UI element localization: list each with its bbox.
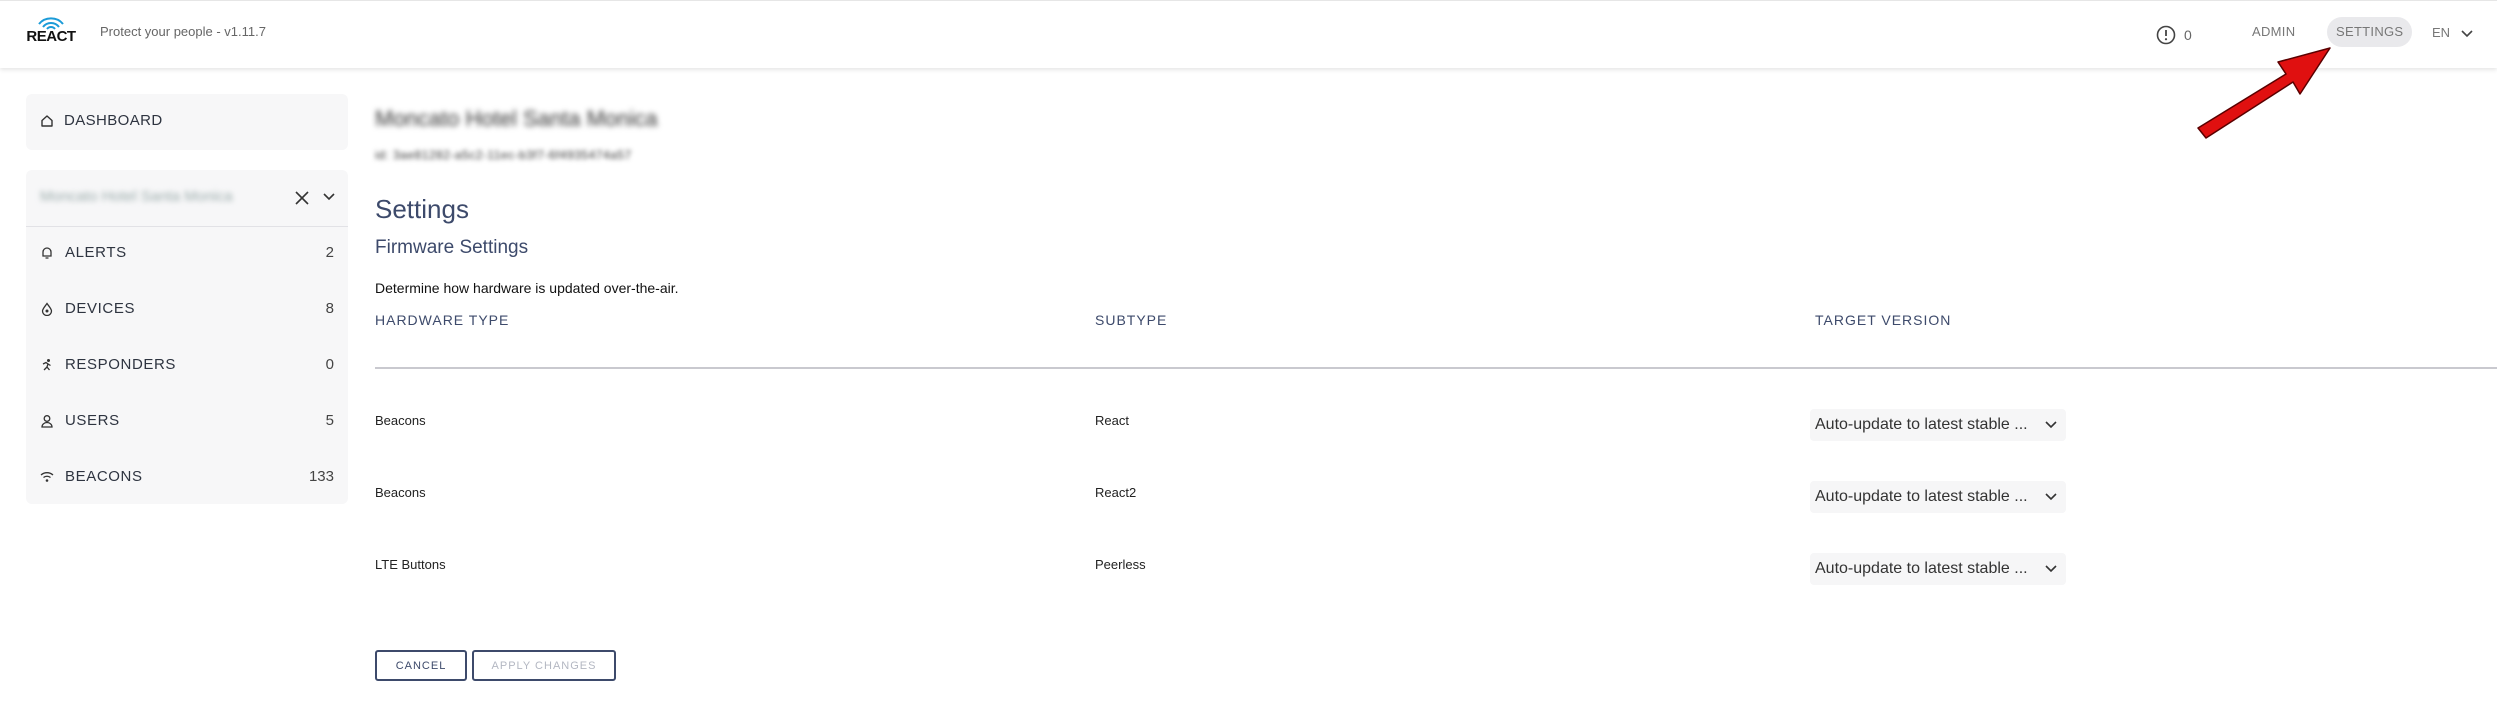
nav-admin-link[interactable]: ADMIN — [2252, 24, 2295, 39]
sidebar-item-label: DEVICES — [65, 300, 136, 317]
bell-icon — [42, 247, 52, 259]
react-logo[interactable]: REACT — [24, 17, 78, 51]
column-header-target-version: TARGET VERSION — [1815, 312, 1952, 328]
target-version-value: Auto-update to latest stable ... — [1815, 488, 2028, 505]
apply-changes-button[interactable]: APPLY CHANGES — [472, 650, 616, 681]
annotation-arrow — [2197, 47, 2331, 139]
cell-subtype: Peerless — [1095, 557, 1146, 572]
language-label: EN — [2432, 25, 2451, 40]
cell-hardware-type: LTE Buttons — [375, 557, 446, 572]
sidebar-item-count: 0 — [325, 356, 334, 373]
home-icon — [41, 114, 53, 127]
target-version-select[interactable]: Auto-update to latest stable ... — [1810, 481, 2066, 513]
sidebar-item-label: RESPONDERS — [65, 356, 177, 373]
cell-hardware-type: Beacons — [375, 485, 426, 500]
language-selector[interactable]: EN — [2432, 25, 2474, 40]
top-header: REACT Protect your people - v1.11.7 0 AD… — [0, 0, 2497, 68]
alert-circle-icon — [2156, 25, 2176, 45]
page-title: Settings — [375, 194, 469, 224]
logo-text: REACT — [26, 28, 76, 45]
target-version-value: Auto-update to latest stable ... — [1815, 416, 2028, 433]
cell-hardware-type: Beacons — [375, 413, 426, 428]
table-row: LTE Buttons Peerless Auto-update to late… — [0, 553, 2497, 617]
app-tagline: Protect your people - v1.11.7 — [100, 24, 266, 39]
sidebar-item-count: 8 — [325, 300, 334, 317]
chevron-down-icon — [2045, 493, 2057, 501]
runner-icon — [42, 359, 51, 371]
column-header-hardware-type: HARDWARE TYPE — [375, 312, 510, 328]
chevron-down-icon — [2045, 421, 2057, 429]
table-row: Beacons React2 Auto-update to latest sta… — [0, 481, 2497, 545]
target-version-select[interactable]: Auto-update to latest stable ... — [1810, 409, 2066, 441]
sidebar-item-devices[interactable]: DEVICES 8 — [26, 282, 348, 338]
alert-indicator[interactable]: 0 — [2156, 23, 2192, 47]
sidebar-item-count: 2 — [325, 244, 334, 261]
site-id: id: 3ae81282-a5c2-11ec-b3f7-6f4935474a57 — [375, 148, 632, 162]
sidebar-dashboard-card: DASHBOARD — [26, 94, 348, 150]
site-title: Moncato Hotel Santa Monica — [375, 106, 658, 131]
sidebar-item-alerts[interactable]: ALERTS 2 — [26, 226, 348, 282]
target-version-value: Auto-update to latest stable ... — [1815, 560, 2028, 577]
cell-subtype: React — [1095, 413, 1129, 428]
cancel-button[interactable]: CANCEL — [375, 650, 467, 681]
sidebar-item-dashboard[interactable]: DASHBOARD — [40, 112, 163, 129]
sidebar-item-label: DASHBOARD — [64, 112, 163, 129]
chevron-down-icon — [2045, 565, 2057, 573]
sidebar-item-label: ALERTS — [65, 244, 127, 261]
site-selector-value: Moncato Hotel Santa Monica — [40, 188, 233, 205]
drop-icon — [41, 302, 53, 316]
section-description: Determine how hardware is updated over-t… — [375, 280, 679, 296]
target-version-select[interactable]: Auto-update to latest stable ... — [1810, 553, 2066, 585]
cell-subtype: React2 — [1095, 485, 1137, 500]
table-row: Beacons React Auto-update to latest stab… — [0, 409, 2497, 473]
section-title: Firmware Settings — [375, 237, 529, 258]
column-header-subtype: SUBTYPE — [1095, 312, 1168, 328]
chevron-down-icon[interactable] — [322, 190, 336, 204]
sidebar-item-responders[interactable]: RESPONDERS 0 — [26, 338, 348, 394]
table-divider — [375, 367, 2497, 369]
chevron-down-icon — [2461, 29, 2473, 37]
site-selector[interactable]: Moncato Hotel Santa Monica — [26, 170, 348, 227]
close-icon[interactable] — [292, 188, 312, 208]
